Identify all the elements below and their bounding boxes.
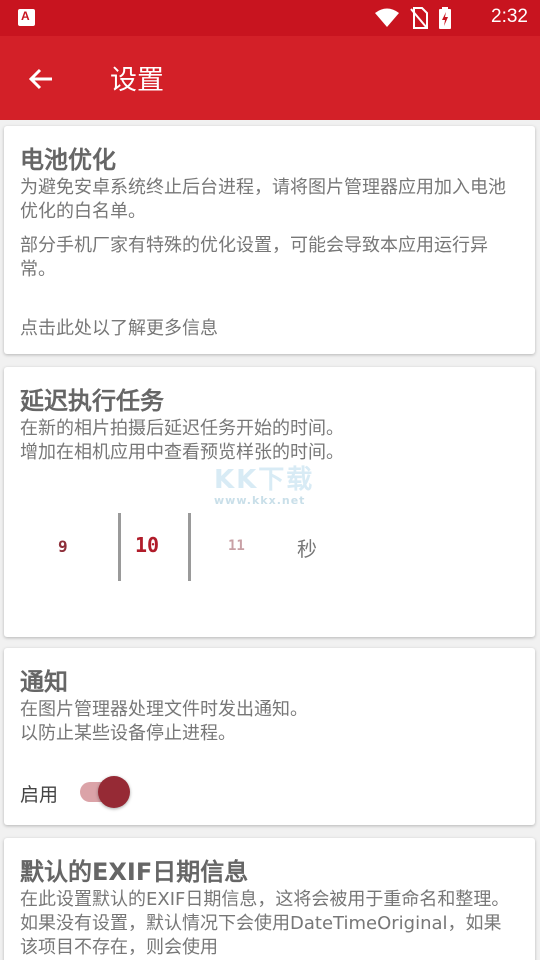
exif-desc: 在此设置默认的EXIF日期信息，这将会被用于重命名和整理。如果没有设置，默认情况… — [20, 889, 510, 958]
exif-title: 默认的EXIF日期信息 — [20, 858, 249, 886]
battery-optimization-card[interactable]: 电池优化 为避免安卓系统终止后台进程，请将图片管理器应用加入电池优化的白名单。 … — [4, 126, 535, 354]
picker-divider-left — [118, 513, 121, 581]
app-bar: 设置 — [0, 36, 540, 120]
battery-title: 电池优化 — [20, 146, 116, 174]
enable-switch[interactable] — [80, 776, 130, 808]
back-button[interactable] — [24, 62, 58, 96]
picker-unit: 秒 — [297, 537, 317, 561]
notification-card: 通知 在图片管理器处理文件时发出通知。 以防止某些设备停止进程。 启用 — [4, 648, 535, 825]
picker-selected-value[interactable]: 10 — [135, 533, 159, 557]
page-title: 设置 — [110, 65, 164, 96]
watermark: KK下载 www.kkx.net — [214, 459, 314, 507]
status-bar: 2:32 — [0, 0, 540, 36]
wifi-icon — [375, 8, 399, 27]
picker-divider-right — [188, 513, 191, 581]
no-sim-icon — [410, 7, 428, 29]
notify-title: 通知 — [20, 668, 68, 696]
watermark-main: KK下载 — [214, 465, 315, 495]
delay-title: 延迟执行任务 — [20, 387, 164, 415]
delay-task-card: 延迟执行任务 在新的相片拍摄后延迟任务开始的时间。 增加在相机应用中查看预览样张… — [4, 367, 535, 637]
delay-desc-1: 在新的相片拍摄后延迟任务开始的时间。 — [20, 418, 344, 439]
picker-prev-value[interactable]: 9 — [58, 537, 68, 556]
arrow-back-icon — [28, 68, 52, 90]
seconds-number-picker[interactable]: 9 10 11 秒 — [4, 513, 535, 583]
battery-desc-2: 部分手机厂家有特殊的优化设置，可能会导致本应用运行异常。 — [20, 235, 488, 280]
learn-more-link[interactable]: 点击此处以了解更多信息 — [20, 314, 218, 340]
exif-date-card[interactable]: 默认的EXIF日期信息 在此设置默认的EXIF日期信息，这将会被用于重命名和整理… — [4, 838, 535, 960]
switch-knob[interactable] — [98, 776, 130, 808]
battery-charging-icon — [439, 7, 451, 29]
watermark-sub: www.kkx.net — [214, 494, 306, 507]
app-a-icon — [18, 9, 35, 26]
notify-desc-2: 以防止某些设备停止进程。 — [20, 723, 236, 744]
status-time: 2:32 — [491, 6, 528, 27]
enable-label: 启用 — [20, 784, 59, 806]
picker-next-value[interactable]: 11 — [228, 538, 245, 554]
notify-desc-1: 在图片管理器处理文件时发出通知。 — [20, 699, 308, 720]
battery-desc-1: 为避免安卓系统终止后台进程，请将图片管理器应用加入电池优化的白名单。 — [20, 177, 506, 222]
notify-toggle-row[interactable]: 启用 — [20, 774, 520, 810]
status-icons — [374, 7, 452, 29]
